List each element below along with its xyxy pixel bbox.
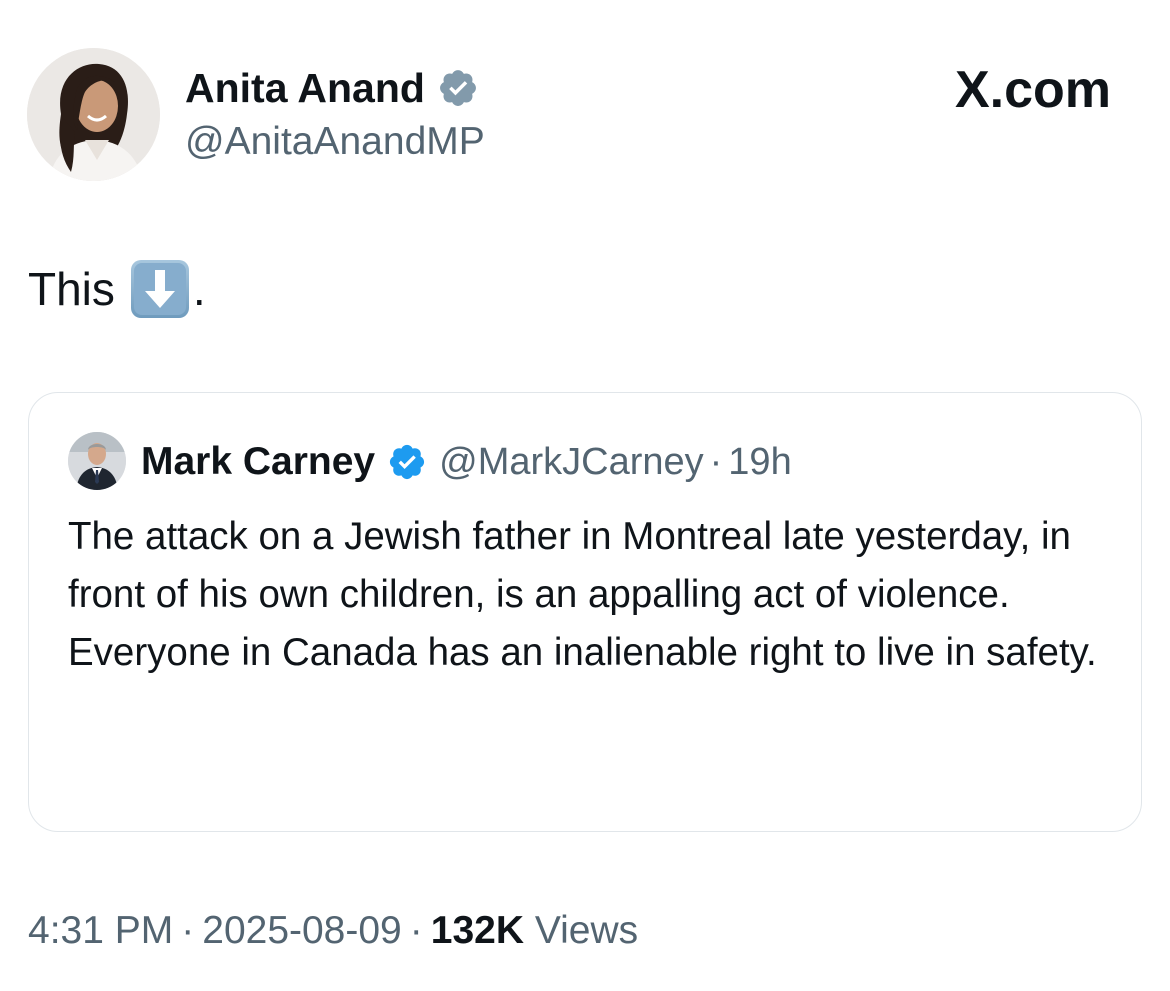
tweet-time[interactable]: 4:31 PM — [28, 909, 173, 952]
views-count: 132K — [430, 909, 524, 952]
site-brand: X.com — [955, 60, 1111, 120]
quoted-author-name[interactable]: Mark Carney — [141, 440, 375, 484]
tweet-meta: 4:31 PM · 2025-08-09 · 132K Views — [28, 903, 638, 959]
views-label: Views — [534, 909, 639, 952]
meta-separator: · — [409, 909, 423, 952]
author-name[interactable]: Anita Anand — [185, 62, 425, 114]
tweet-date[interactable]: 2025-08-09 — [202, 909, 402, 952]
quoted-tweet-time[interactable]: 19h — [728, 441, 791, 484]
quoted-author-avatar[interactable] — [68, 432, 126, 490]
quoted-author-handle[interactable]: @MarkJCarney — [439, 441, 704, 484]
woman-portrait-avatar — [27, 48, 160, 181]
author-avatar[interactable] — [27, 48, 160, 181]
man-portrait-avatar — [68, 432, 126, 490]
meta-separator: · — [181, 909, 195, 952]
author-handle[interactable]: @AnitaAnandMP — [185, 117, 485, 167]
tweet-body: This — [28, 263, 115, 315]
header-separator: · — [709, 440, 723, 483]
tweet-text: This . — [28, 258, 206, 320]
verified-badge-blue-icon — [390, 444, 425, 480]
down-arrow-emoji-icon — [130, 260, 189, 318]
quoted-tweet-header: Mark Carney @MarkJCarney · 19h — [141, 433, 792, 491]
tweet-trailing-punctuation: . — [192, 263, 206, 315]
author-name-row: Anita Anand — [185, 62, 479, 114]
quoted-tweet-text: The attack on a Jewish father in Montrea… — [68, 515, 1097, 674]
site-label: X.com — [954, 61, 1111, 119]
quoted-tweet-card[interactable]: Mark Carney @MarkJCarney · 19h The attac… — [28, 392, 1142, 832]
verified-badge-icon — [439, 70, 476, 106]
